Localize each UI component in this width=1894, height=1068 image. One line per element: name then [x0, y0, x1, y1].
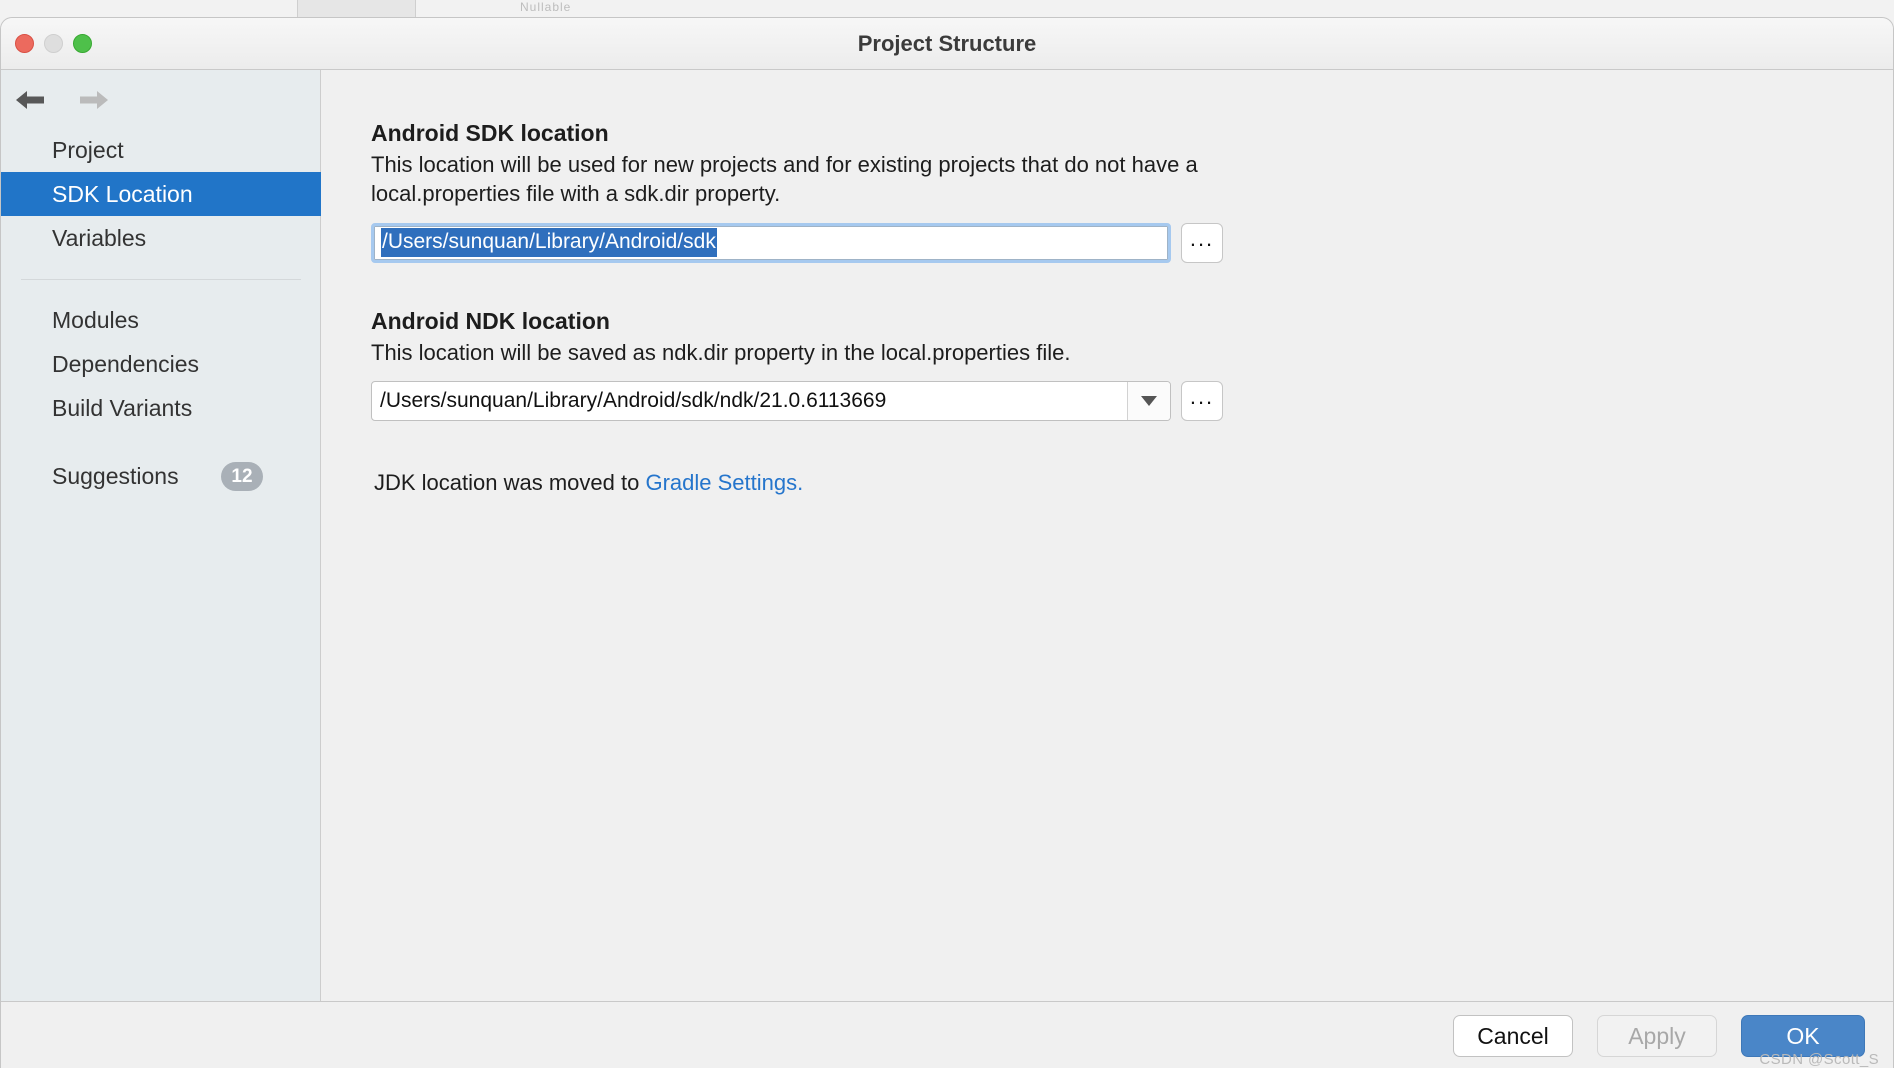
- android-sdk-browse-button[interactable]: ...: [1181, 222, 1223, 263]
- chevron-down-glyph: [1141, 396, 1157, 407]
- gradle-settings-link[interactable]: Gradle Settings.: [645, 470, 803, 495]
- sidebar-item-dependencies[interactable]: Dependencies: [1, 342, 321, 386]
- android-ndk-location-combobox[interactable]: /Users/sunquan/Library/Android/sdk/ndk/2…: [371, 381, 1171, 422]
- ide-background-label: Nullable: [520, 0, 572, 14]
- sidebar-item-suggestions-label: Suggestions: [52, 463, 179, 489]
- sidebar-item-modules[interactable]: Modules: [1, 298, 321, 342]
- sidebar-item-build-variants[interactable]: Build Variants: [1, 386, 321, 430]
- suggestions-count-badge: 12: [221, 462, 263, 491]
- android-ndk-location-description: This location will be saved as ndk.dir p…: [371, 340, 1071, 365]
- android-sdk-location-input-inner: /Users/sunquan/Library/Android/sdk: [374, 225, 1168, 260]
- sidebar-nav-list: Project SDK Location Variables Modules D…: [1, 128, 321, 498]
- android-sdk-location-section: Android SDK location This location will …: [371, 120, 1223, 263]
- apply-button: Apply: [1597, 1015, 1717, 1057]
- android-sdk-location-field-row: /Users/sunquan/Library/Android/sdk ...: [371, 222, 1223, 263]
- project-structure-dialog: Project Structure Project SDK Location V…: [0, 17, 1894, 1068]
- watermark-label: CSDN @Scott_S: [1759, 1051, 1879, 1068]
- android-ndk-location-field-row: /Users/sunquan/Library/Android/sdk/ndk/2…: [371, 381, 1223, 422]
- sidebar-item-variables[interactable]: Variables: [1, 216, 321, 260]
- android-ndk-location-value: /Users/sunquan/Library/Android/sdk/ndk/2…: [380, 389, 887, 413]
- android-sdk-location-value: /Users/sunquan/Library/Android/sdk: [381, 228, 717, 257]
- sidebar-item-suggestions[interactable]: Suggestions 12: [1, 454, 321, 498]
- settings-sidebar: Project SDK Location Variables Modules D…: [1, 70, 321, 1001]
- chevron-down-icon[interactable]: [1127, 382, 1170, 421]
- android-ndk-location-title: Android NDK location: [371, 308, 610, 334]
- android-ndk-browse-button[interactable]: ...: [1181, 381, 1223, 422]
- jdk-location-note-text: JDK location was moved to: [374, 470, 646, 495]
- android-ndk-location-section: Android NDK location This location will …: [371, 308, 1223, 422]
- sidebar-item-sdk-location[interactable]: SDK Location: [1, 172, 321, 216]
- navigation-arrows: [13, 86, 111, 114]
- dialog-titlebar: Project Structure: [1, 18, 1893, 70]
- dialog-title: Project Structure: [857, 31, 1037, 56]
- sdk-location-panel: Android SDK location This location will …: [322, 70, 1893, 1001]
- jdk-location-note: JDK location was moved to Gradle Setting…: [374, 470, 803, 496]
- forward-arrow-icon[interactable]: [77, 86, 111, 114]
- dialog-footer: Cancel Apply OK CSDN @Scott_S: [1, 1001, 1893, 1068]
- android-sdk-location-input[interactable]: /Users/sunquan/Library/Android/sdk: [371, 222, 1171, 263]
- dialog-body: Project SDK Location Variables Modules D…: [1, 70, 1893, 1001]
- android-sdk-location-title: Android SDK location: [371, 120, 609, 146]
- sidebar-item-project[interactable]: Project: [1, 128, 321, 172]
- android-sdk-location-description: This location will be used for new proje…: [371, 152, 1198, 207]
- back-arrow-icon[interactable]: [13, 86, 47, 114]
- sidebar-divider: [21, 279, 301, 280]
- cancel-button[interactable]: Cancel: [1453, 1015, 1573, 1057]
